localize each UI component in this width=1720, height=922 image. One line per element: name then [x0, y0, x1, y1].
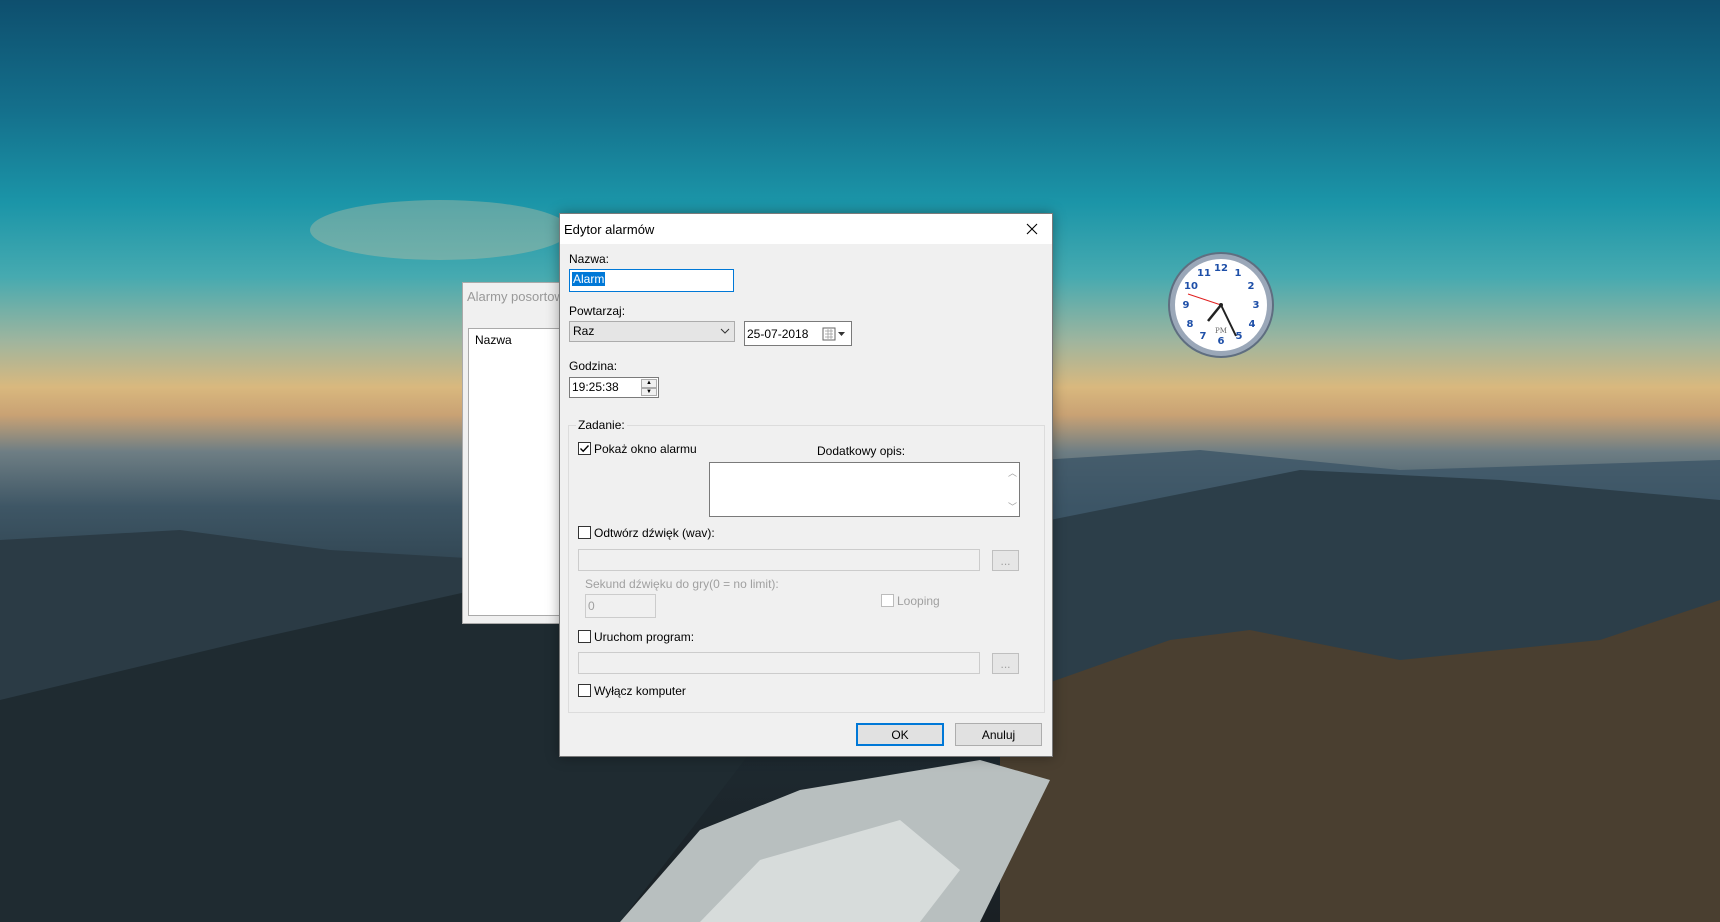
looping-label: Looping [897, 594, 940, 608]
clock-period: PM [1215, 327, 1227, 335]
shutdown-label[interactable]: Wyłącz komputer [594, 684, 686, 698]
chevron-down-icon [720, 328, 730, 334]
clock-numeral: 1 [1235, 268, 1242, 279]
close-button[interactable] [1012, 214, 1052, 244]
close-icon [1026, 223, 1038, 235]
dialog-titlebar[interactable]: Edytor alarmów [560, 214, 1052, 244]
clock-numeral: 2 [1248, 281, 1255, 292]
clock-widget[interactable]: 12 1 2 3 4 5 6 7 8 9 10 11 PM [1166, 250, 1276, 360]
list-header-name[interactable]: Nazwa [475, 333, 512, 347]
show-window-checkbox[interactable] [578, 442, 591, 455]
program-path-input[interactable] [578, 652, 980, 674]
sound-seconds-label: Sekund dźwięku do gry(0 = no limit): [585, 577, 779, 591]
repeat-select-value: Raz [573, 324, 595, 338]
play-sound-checkbox[interactable] [578, 526, 591, 539]
clock-numeral: 4 [1249, 319, 1256, 330]
alarm-editor-dialog: Edytor alarmów Nazwa: Alarm Powtarzaj: R… [559, 213, 1053, 757]
clock-numeral: 12 [1214, 263, 1228, 274]
time-input-value: 19:25:38 [572, 380, 619, 394]
clock-numeral: 8 [1187, 319, 1194, 330]
sound-seconds-input[interactable]: 0 [585, 594, 656, 618]
browse-sound-button[interactable]: ... [992, 550, 1019, 571]
calendar-dropdown-icon[interactable] [822, 327, 846, 341]
time-spinner[interactable]: ▲ ▼ [641, 379, 657, 396]
background-alarms-window[interactable]: Alarmy posortowane Nazwa [462, 282, 563, 624]
ok-button[interactable]: OK [856, 723, 944, 746]
spin-down-icon[interactable]: ▼ [641, 387, 657, 396]
extra-description-label: Dodatkowy opis: [817, 444, 906, 458]
repeat-label: Powtarzaj: [569, 304, 626, 318]
name-input[interactable]: Alarm [569, 269, 734, 292]
name-label: Nazwa: [569, 252, 610, 266]
time-label: Godzina: [569, 359, 618, 373]
checkmark-icon [580, 445, 590, 453]
date-picker[interactable]: 25-07-2018 [744, 321, 852, 346]
extra-description-textarea[interactable]: ︿ ﹀ [709, 462, 1020, 517]
dialog-title: Edytor alarmów [564, 222, 655, 237]
clock-numeral: 7 [1200, 331, 1207, 342]
scroll-down-icon[interactable]: ﹀ [1008, 500, 1017, 513]
looping-checkbox[interactable] [881, 594, 894, 607]
clock-numeral: 10 [1184, 281, 1198, 292]
background-window-title: Alarmy posortowane [467, 289, 563, 304]
sound-path-input[interactable] [578, 549, 980, 571]
browse-program-button[interactable]: ... [992, 653, 1019, 674]
date-picker-value: 25-07-2018 [747, 327, 809, 341]
cancel-button[interactable]: Anuluj [955, 723, 1042, 746]
clock-face-icon: 12 1 2 3 4 5 6 7 8 9 10 11 PM [1168, 252, 1274, 358]
name-input-value: Alarm [572, 272, 606, 286]
time-input[interactable]: 19:25:38 ▲ ▼ [569, 377, 659, 398]
play-sound-label[interactable]: Odtwórz dźwięk (wav): [594, 526, 715, 540]
scroll-up-icon[interactable]: ︿ [1008, 466, 1017, 479]
repeat-select[interactable]: Raz [569, 321, 735, 342]
show-window-label[interactable]: Pokaż okno alarmu [594, 442, 697, 456]
clock-numeral: 3 [1253, 300, 1260, 311]
run-program-checkbox[interactable] [578, 630, 591, 643]
run-program-label[interactable]: Uruchom program: [594, 630, 694, 644]
task-group-label: Zadanie: [576, 418, 627, 432]
clock-numeral: 5 [1236, 331, 1243, 342]
clock-numeral: 6 [1218, 336, 1225, 347]
clock-numeral: 11 [1197, 268, 1211, 279]
clock-numeral: 9 [1183, 300, 1190, 311]
spin-up-icon[interactable]: ▲ [641, 379, 657, 388]
shutdown-checkbox[interactable] [578, 684, 591, 697]
background-alarm-list[interactable]: Nazwa [468, 328, 563, 616]
